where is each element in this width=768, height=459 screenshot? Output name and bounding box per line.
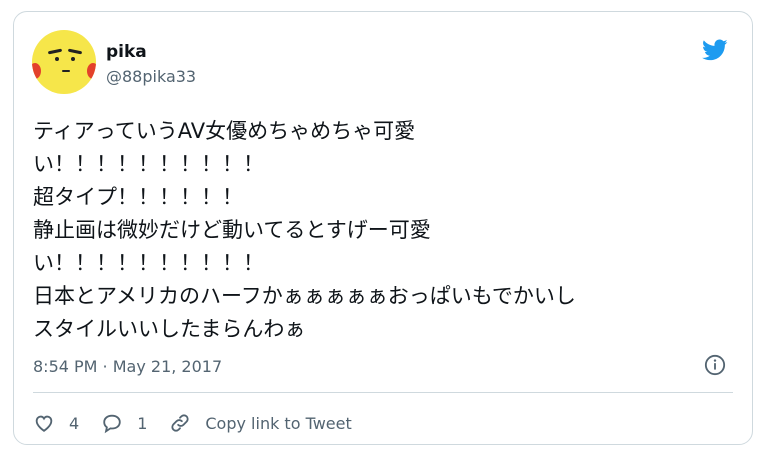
tweet-actions: 4 1 Copy link to Tweet bbox=[33, 410, 374, 436]
avatar-brow-left bbox=[47, 48, 63, 55]
avatar[interactable] bbox=[32, 30, 96, 94]
avatar-cheek-right bbox=[87, 63, 96, 79]
like-button[interactable]: 4 bbox=[33, 412, 79, 434]
info-icon[interactable] bbox=[704, 354, 726, 376]
divider bbox=[33, 392, 733, 393]
tweet-card: pika @88pika33 ティアっていうAV女優めちゃめちゃ可愛 い！！！！… bbox=[13, 11, 753, 445]
tweet-timestamp[interactable]: 8:54 PM · May 21, 2017 bbox=[33, 357, 222, 376]
user-handle[interactable]: @88pika33 bbox=[106, 67, 196, 86]
link-icon bbox=[171, 414, 189, 432]
reply-bubble-icon bbox=[103, 414, 121, 434]
avatar-cheek-left bbox=[32, 63, 41, 79]
user-name[interactable]: pika bbox=[106, 42, 147, 62]
reply-button[interactable]: 1 bbox=[101, 412, 147, 434]
tweet-text: ティアっていうAV女優めちゃめちゃ可愛 い！！！！！！！！！！ 超タイプ！！！！… bbox=[33, 119, 576, 341]
twitter-bird-icon[interactable] bbox=[700, 37, 730, 63]
avatar-eye-right bbox=[71, 57, 75, 61]
copy-link-label: Copy link to Tweet bbox=[205, 413, 352, 433]
reply-count: 1 bbox=[137, 413, 148, 433]
avatar-brow-right bbox=[67, 48, 83, 55]
heart-icon bbox=[35, 415, 53, 432]
avatar-mouth bbox=[62, 70, 70, 72]
like-count: 4 bbox=[69, 413, 80, 433]
copy-link-button[interactable]: Copy link to Tweet bbox=[169, 412, 352, 434]
avatar-eye-left bbox=[55, 57, 59, 61]
